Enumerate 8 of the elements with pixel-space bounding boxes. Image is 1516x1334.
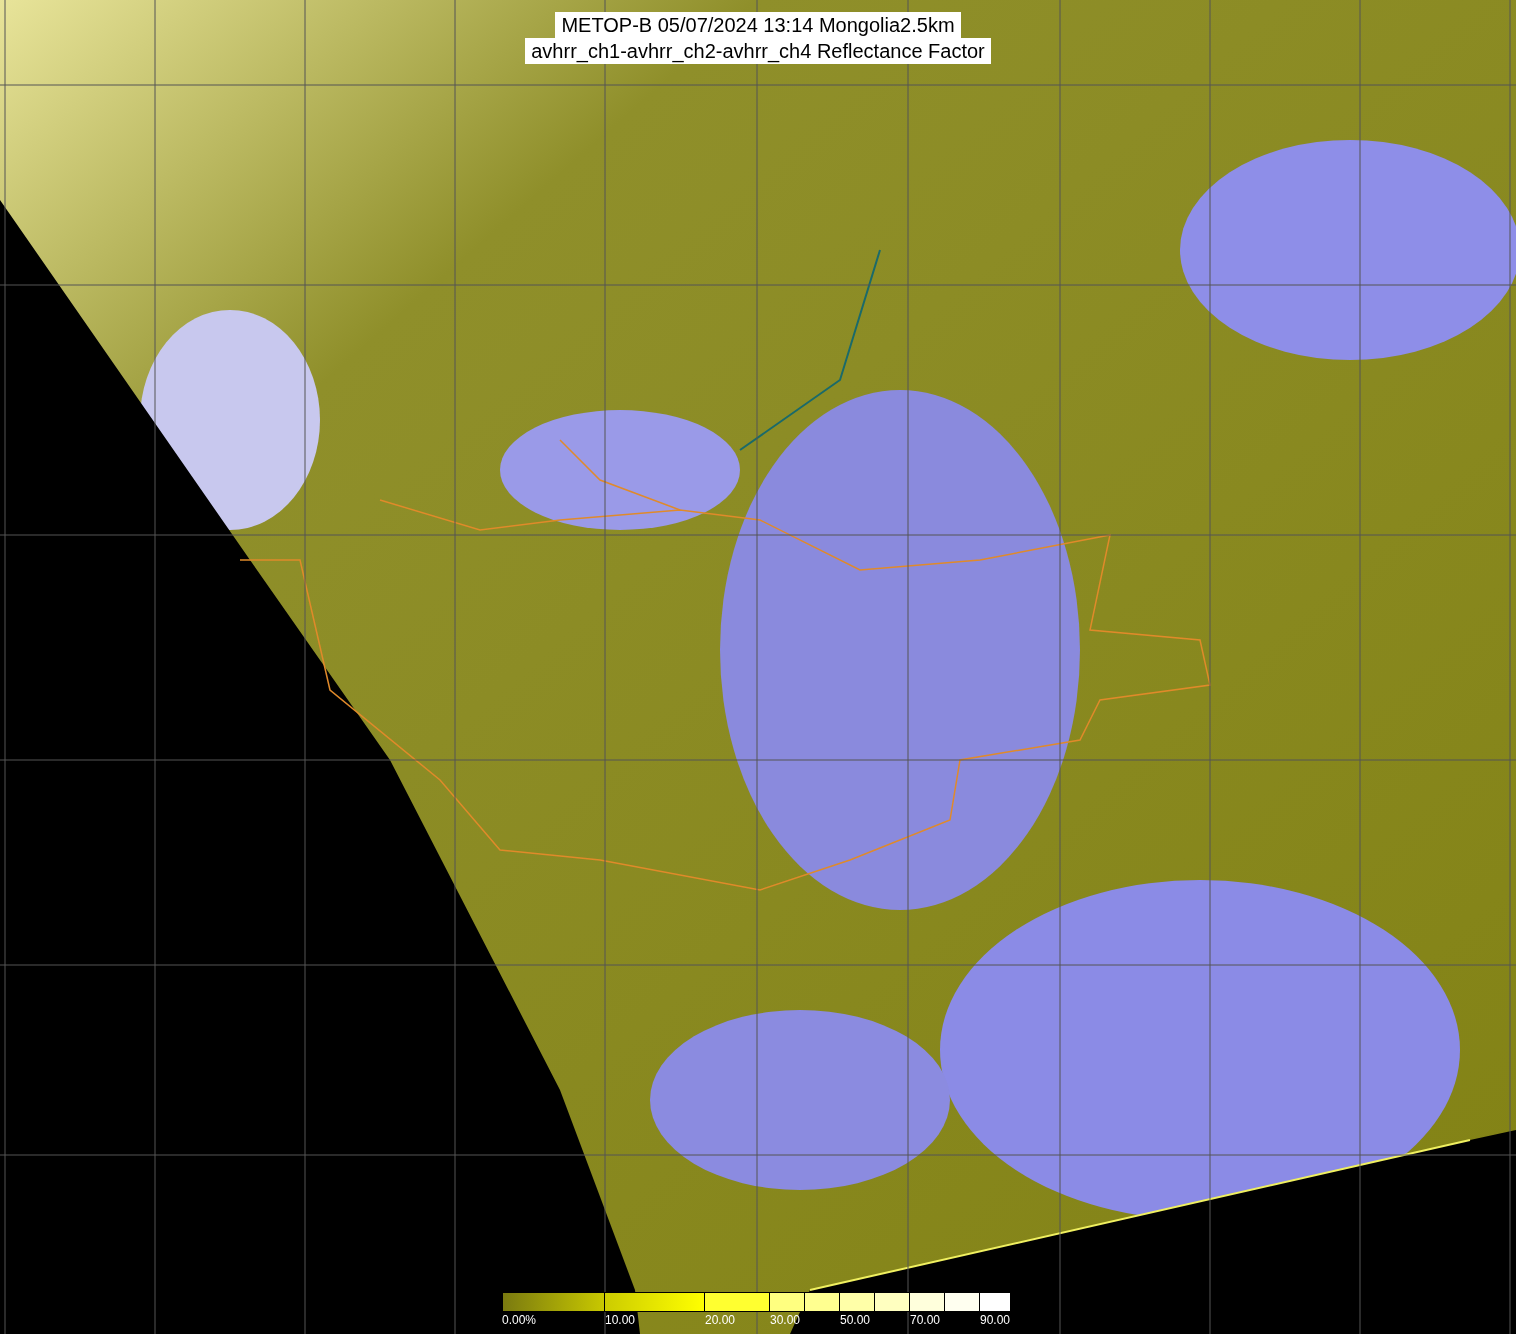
image-title: METOP-B 05/07/2024 13:14 Mongolia2.5km <box>555 12 961 38</box>
scale-label: 70.00 <box>910 1313 941 1327</box>
scale-label: 20.00 <box>705 1313 736 1327</box>
image-title: avhrr_ch1-avhrr_ch2-avhrr_ch4 Reflectance Factor <box>525 38 991 64</box>
scale-label: 50.00 <box>840 1313 871 1327</box>
scale-label: 10.00 <box>605 1313 636 1327</box>
scale-label: 0.00% <box>502 1313 537 1327</box>
scale-label: 90.00 <box>980 1313 1011 1327</box>
